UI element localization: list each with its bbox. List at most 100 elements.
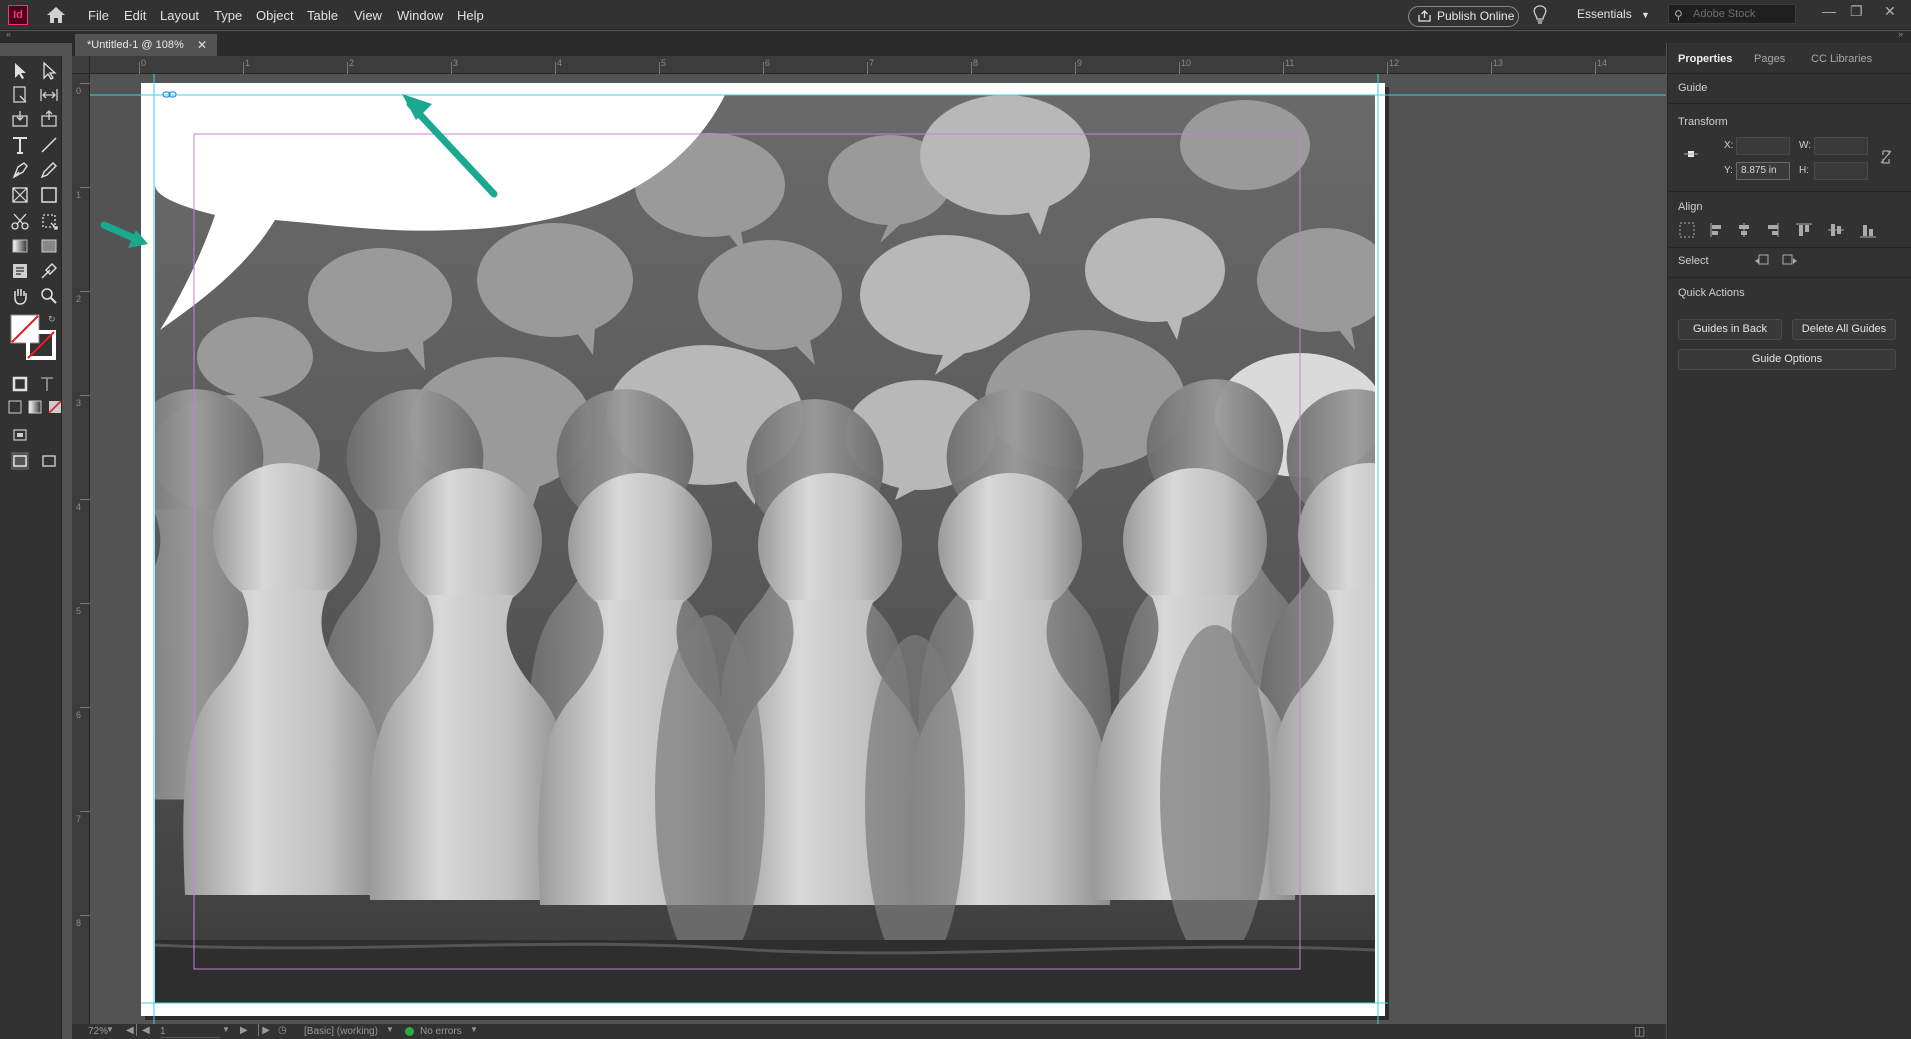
menu-object[interactable]: Object bbox=[256, 8, 294, 23]
pencil-tool-icon[interactable] bbox=[38, 159, 60, 181]
home-icon[interactable] bbox=[46, 6, 66, 24]
errors-chevron-icon[interactable]: ▼ bbox=[470, 1025, 478, 1034]
minimize-icon[interactable]: — bbox=[1822, 3, 1836, 19]
menu-help[interactable]: Help bbox=[457, 8, 484, 23]
publish-online-button[interactable]: Publish Online bbox=[1408, 6, 1519, 27]
rectangle-tool-icon[interactable] bbox=[38, 184, 60, 206]
h-field[interactable] bbox=[1814, 162, 1868, 180]
horizontal-ruler[interactable]: 0 1 2 3 4 5 6 7 8 9 10 11 12 13 14 bbox=[72, 56, 1666, 74]
publish-icon bbox=[1418, 10, 1431, 22]
zoom-level[interactable]: 72% bbox=[88, 1026, 108, 1037]
previous-page-icon[interactable]: ◀ bbox=[142, 1025, 150, 1036]
restore-icon[interactable]: ❐ bbox=[1850, 3, 1863, 20]
constrain-proportions-icon[interactable] bbox=[1879, 149, 1893, 165]
x-field[interactable] bbox=[1736, 137, 1790, 155]
free-transform-tool-icon[interactable] bbox=[38, 210, 60, 232]
hand-tool-icon[interactable] bbox=[9, 285, 31, 307]
preflight-icon[interactable]: ◷ bbox=[278, 1025, 287, 1036]
collapse-toolbar-icon[interactable]: « bbox=[6, 29, 11, 39]
close-tab-icon[interactable]: ✕ bbox=[197, 34, 207, 56]
workspace-switcher[interactable]: Essentials ▼ bbox=[1577, 7, 1650, 21]
page-tool-icon[interactable] bbox=[9, 84, 31, 106]
page-number-field[interactable]: 1 bbox=[160, 1026, 220, 1038]
zoom-chevron-icon[interactable]: ▼ bbox=[106, 1025, 114, 1034]
reference-point-icon[interactable] bbox=[1684, 147, 1698, 161]
ruler-h-label: 14 bbox=[1597, 58, 1608, 68]
note-tool-icon[interactable] bbox=[9, 260, 31, 282]
profile-chevron-icon[interactable]: ▼ bbox=[386, 1025, 394, 1034]
align-heading: Align bbox=[1678, 201, 1703, 213]
content-placer-icon[interactable] bbox=[38, 108, 60, 130]
menu-window[interactable]: Window bbox=[397, 8, 443, 23]
apply-gradient-icon[interactable] bbox=[24, 396, 46, 418]
gap-tool-icon[interactable] bbox=[38, 84, 60, 106]
ruler-origin[interactable] bbox=[72, 56, 90, 74]
stroke-none-swatch[interactable] bbox=[26, 330, 56, 360]
w-label: W: bbox=[1799, 140, 1812, 151]
apply-none-icon[interactable] bbox=[44, 396, 66, 418]
align-vcenter-icon[interactable] bbox=[1828, 224, 1844, 236]
status-bar: 72% ▼ ◀│ ◀ 1 ▼ ▶ │▶ ◷ [Basic] (working) … bbox=[72, 1024, 1666, 1039]
next-page-icon[interactable]: ▶ bbox=[240, 1025, 248, 1036]
formatting-text-icon[interactable] bbox=[36, 373, 58, 395]
type-tool-icon[interactable] bbox=[9, 134, 31, 156]
tab-pages[interactable]: Pages bbox=[1754, 53, 1785, 65]
rectangle-frame-tool-icon[interactable] bbox=[9, 184, 31, 206]
zoom-tool-icon[interactable] bbox=[38, 285, 60, 307]
adobe-stock-search[interactable]: ⚲ Adobe Stock bbox=[1668, 4, 1796, 24]
tab-properties[interactable]: Properties bbox=[1678, 53, 1732, 65]
preview-view-icon[interactable] bbox=[38, 450, 60, 472]
collapse-panel-icon[interactable]: » bbox=[1898, 29, 1903, 39]
eyedropper-tool-icon[interactable] bbox=[38, 260, 60, 282]
menu-view[interactable]: View bbox=[354, 8, 382, 23]
menu-edit[interactable]: Edit bbox=[124, 8, 146, 23]
ruler-h-tick bbox=[1595, 62, 1596, 74]
error-count[interactable]: No errors bbox=[420, 1026, 462, 1037]
last-page-icon[interactable]: │▶ bbox=[256, 1025, 270, 1036]
preflight-profile[interactable]: [Basic] (working) bbox=[304, 1026, 378, 1037]
delete-all-guides-button[interactable]: Delete All Guides bbox=[1792, 319, 1896, 340]
align-left-icon[interactable] bbox=[1710, 223, 1721, 237]
normal-view-icon[interactable] bbox=[9, 450, 31, 472]
align-hcenter-icon[interactable] bbox=[1739, 223, 1749, 237]
tab-cc-libraries[interactable]: CC Libraries bbox=[1811, 53, 1872, 65]
align-right-icon[interactable] bbox=[1768, 223, 1779, 237]
menu-layout[interactable]: Layout bbox=[160, 8, 199, 23]
vertical-ruler[interactable]: 0 1 2 3 4 5 6 7 8 bbox=[72, 74, 90, 1024]
document-tab[interactable]: *Untitled-1 @ 108% ✕ bbox=[75, 34, 217, 56]
workspace-label: Essentials bbox=[1577, 7, 1632, 21]
content-collector-icon[interactable] bbox=[9, 108, 31, 130]
select-next-icon[interactable] bbox=[1780, 252, 1798, 268]
gradient-feather-tool-icon[interactable] bbox=[38, 235, 60, 257]
menu-file[interactable]: File bbox=[88, 8, 109, 23]
ruler-v-label: 6 bbox=[76, 710, 82, 720]
lightbulb-icon[interactable] bbox=[1532, 5, 1548, 25]
scissors-tool-icon[interactable] bbox=[9, 210, 31, 232]
apply-color-icon[interactable] bbox=[4, 396, 26, 418]
guides-in-back-button[interactable]: Guides in Back bbox=[1678, 319, 1782, 340]
formatting-container-icon[interactable] bbox=[9, 373, 31, 395]
screen-mode-icon[interactable] bbox=[9, 424, 31, 446]
select-previous-icon[interactable] bbox=[1754, 252, 1772, 268]
direct-selection-tool-icon[interactable] bbox=[38, 60, 60, 82]
gradient-swatch-tool-icon[interactable] bbox=[9, 235, 31, 257]
selection-tool-icon[interactable] bbox=[9, 60, 31, 82]
split-window-icon[interactable]: ◫ bbox=[1634, 1024, 1645, 1038]
w-field[interactable] bbox=[1814, 137, 1868, 155]
align-top-icon[interactable] bbox=[1796, 223, 1812, 236]
menu-type[interactable]: Type bbox=[214, 8, 242, 23]
close-window-icon[interactable]: ✕ bbox=[1884, 3, 1896, 20]
align-bottom-icon[interactable] bbox=[1860, 225, 1876, 238]
y-field[interactable]: 8.875 in bbox=[1736, 162, 1790, 180]
swap-fill-stroke-icon[interactable]: ↻ bbox=[48, 314, 56, 325]
fill-stroke-swatches[interactable]: ↻ bbox=[10, 314, 56, 362]
align-to-selection-icon[interactable] bbox=[1679, 222, 1695, 238]
page-chevron-icon[interactable]: ▼ bbox=[222, 1025, 230, 1034]
guide-options-button[interactable]: Guide Options bbox=[1678, 349, 1896, 370]
first-page-icon[interactable]: ◀│ bbox=[126, 1025, 140, 1036]
pen-tool-icon[interactable] bbox=[9, 159, 31, 181]
menu-table[interactable]: Table bbox=[307, 8, 338, 23]
ruler-h-tick bbox=[1283, 62, 1284, 74]
line-tool-icon[interactable] bbox=[38, 134, 60, 156]
ruler-h-label: 4 bbox=[557, 58, 563, 68]
